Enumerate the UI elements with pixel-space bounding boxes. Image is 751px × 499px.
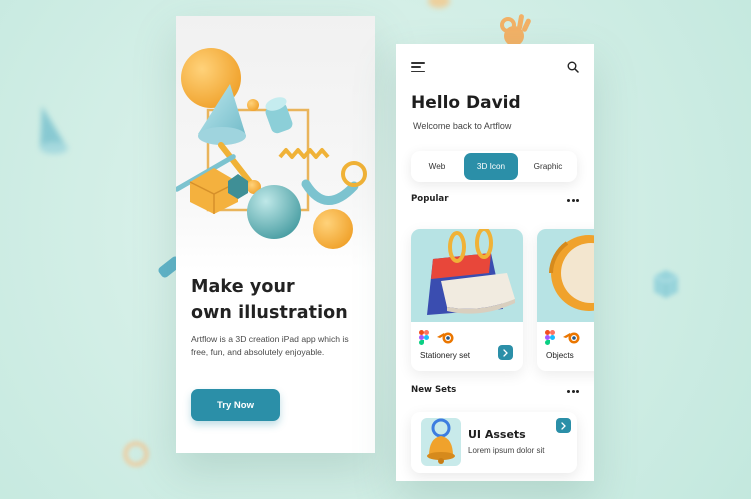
clock-3d-icon [549,235,594,311]
tab-3d-icon[interactable]: 3D Icon [464,153,518,180]
blurred-sphere-decoration [428,0,450,8]
blender-icon [563,332,580,344]
try-now-button[interactable]: Try Now [191,389,280,421]
figma-icon [419,329,429,345]
blurred-ring-decoration [123,441,149,467]
onboarding-title-line1: Make your [191,277,295,297]
bell-3d-icon [427,418,455,464]
calendar-3d-icon [427,229,515,315]
onboarding-screen: Make your own illustration Artflow is a … [176,16,375,453]
abstract-shapes-3d-illustration-icon [176,48,367,249]
card-title: Stationery set [420,351,471,360]
tab-web[interactable]: Web [415,153,459,180]
card-image [537,229,594,322]
onboarding-description: Artflow is a 3D creation iPad app which … [191,334,349,357]
card-title: Objects [546,351,574,360]
blurred-cube-decoration-icon [653,270,679,298]
blender-icon [437,332,454,344]
card-tool-icons [545,329,581,345]
new-set-card-ui-assets[interactable]: UI Assets Lorem ipsum dolor sit [411,412,577,473]
category-tabs: Web 3D Icon Graphic [411,151,577,182]
popular-card-stationery[interactable]: Stationery set [411,229,523,371]
new-sets-more-dots-icon[interactable] [567,389,579,393]
chevron-right-icon[interactable] [556,418,571,433]
popular-card-objects[interactable]: Objects [537,229,594,371]
asset-subtitle: Lorem ipsum dolor sit [468,446,545,455]
tab-graphic[interactable]: Graphic [523,153,573,180]
popular-section-title: Popular [411,194,449,204]
chevron-right-icon[interactable] [498,345,513,360]
asset-title: UI Assets [468,428,526,441]
new-sets-section-title: New Sets [411,385,457,395]
hamburger-menu-icon[interactable] [411,62,425,72]
card-image [411,229,523,322]
figma-icon [545,329,555,345]
search-icon[interactable] [567,61,579,73]
popular-more-dots-icon[interactable] [567,198,579,202]
greeting-title: Hello David [411,93,521,113]
asset-thumbnail [421,418,461,466]
home-screen: Hello David Welcome back to Artflow Web … [396,44,594,481]
welcome-subtitle: Welcome back to Artflow [413,121,512,131]
onboarding-title-line2: own illustration [191,303,348,323]
onboarding-title: Make your own illustration [191,274,371,326]
blurred-cone-decoration-icon [40,106,68,154]
card-tool-icons [419,329,455,345]
